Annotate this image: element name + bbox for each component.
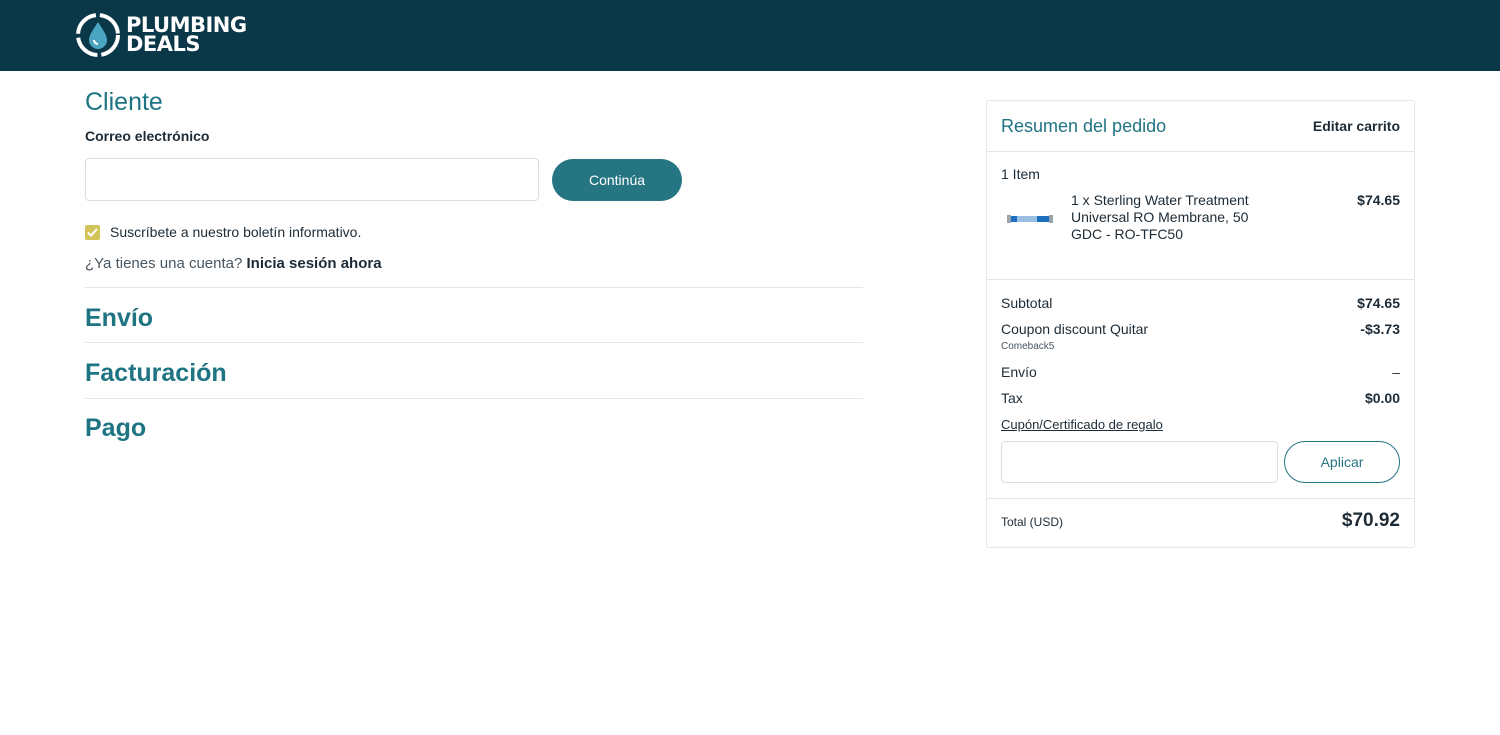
coupon-code: Comeback5 bbox=[1001, 341, 1055, 352]
line-item-description: 1 x Sterling Water Treatment Universal R… bbox=[1071, 192, 1249, 242]
gift-certificate-link[interactable]: Cupón/Certificado de regalo bbox=[1001, 417, 1163, 432]
summary-divider bbox=[987, 279, 1414, 280]
email-field[interactable] bbox=[85, 158, 539, 201]
edit-cart-link[interactable]: Editar carrito bbox=[1313, 118, 1400, 134]
logo-wordmark: PLUMBING DEALS bbox=[126, 15, 247, 56]
tax-value: $0.00 bbox=[1364, 390, 1400, 406]
total-label: Total (USD) bbox=[1001, 515, 1064, 529]
newsletter-label[interactable]: Suscríbete a nuestro boletín informativo… bbox=[110, 224, 361, 240]
tax-label: Tax bbox=[1001, 390, 1023, 406]
checkmark-icon bbox=[87, 227, 98, 237]
summary-divider bbox=[987, 498, 1414, 499]
section-divider bbox=[85, 398, 863, 399]
coupon-discount-label: Coupon discount bbox=[1001, 321, 1107, 337]
top-header-bar: PLUMBING DEALS bbox=[0, 0, 1500, 71]
email-label: Correo electrónico bbox=[85, 128, 210, 144]
newsletter-option: Suscríbete a nuestro boletín informativo… bbox=[85, 224, 361, 240]
billing-section-title[interactable]: Facturación bbox=[85, 359, 227, 388]
sign-in-link[interactable]: Inicia sesión ahora bbox=[247, 255, 382, 272]
section-divider bbox=[85, 287, 863, 288]
subtotal-label: Subtotal bbox=[1001, 295, 1053, 311]
shipping-value: – bbox=[1392, 364, 1400, 380]
item-count: 1 Item bbox=[1001, 166, 1040, 182]
coupon-discount-row: Coupon discount Quitar bbox=[1001, 321, 1148, 337]
shipping-section-title[interactable]: Envío bbox=[85, 304, 153, 333]
existing-account-prompt: ¿Ya tienes una cuenta? Inicia sesión aho… bbox=[85, 255, 382, 272]
total-value: $70.92 bbox=[1341, 510, 1400, 531]
coupon-discount-value: -$3.73 bbox=[1360, 321, 1400, 337]
shipping-label: Envío bbox=[1001, 364, 1037, 380]
order-summary-title: Resumen del pedido bbox=[1001, 116, 1167, 136]
subtotal-value: $74.65 bbox=[1357, 295, 1400, 311]
customer-section-title: Cliente bbox=[85, 88, 163, 116]
order-summary-panel: Resumen del pedido Editar carrito 1 Item… bbox=[986, 100, 1415, 548]
plumbing-deals-logo[interactable]: PLUMBING DEALS bbox=[74, 11, 247, 59]
payment-section-title[interactable]: Pago bbox=[85, 414, 146, 443]
apply-coupon-button[interactable]: Aplicar bbox=[1284, 441, 1400, 483]
water-drop-logo-icon bbox=[76, 13, 120, 57]
coupon-code-input[interactable] bbox=[1001, 441, 1278, 483]
remove-coupon-link[interactable]: Quitar bbox=[1110, 321, 1148, 337]
newsletter-checkbox[interactable] bbox=[85, 224, 100, 240]
section-divider bbox=[85, 342, 863, 343]
continue-button[interactable]: Continúa bbox=[552, 159, 682, 201]
ro-membrane-product-image bbox=[1007, 215, 1053, 223]
summary-divider bbox=[987, 151, 1414, 152]
logo-line-2: DEALS bbox=[126, 32, 201, 56]
account-question-text: ¿Ya tienes una cuenta? bbox=[85, 255, 243, 272]
line-item-price: $74.65 bbox=[1357, 192, 1400, 208]
